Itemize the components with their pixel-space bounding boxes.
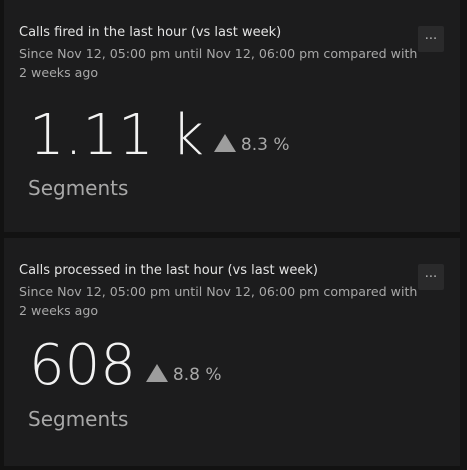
widget-menu-button[interactable]: ··· xyxy=(418,26,444,52)
ellipsis-icon: ··· xyxy=(424,31,438,47)
metric-row: 608 8.8 % xyxy=(29,338,221,394)
widget-time-range: Since Nov 12, 05:00 pm until Nov 12, 06:… xyxy=(19,284,418,318)
metric-unit: Segments xyxy=(28,176,129,200)
metric-change-percent: 8.3 % xyxy=(240,135,290,155)
metric-value: 608 xyxy=(29,333,136,398)
ellipsis-icon: ··· xyxy=(424,269,438,285)
billboard-widget-calls-fired: Calls fired in the last hour (vs last we… xyxy=(4,0,460,232)
metric-unit: Segments xyxy=(28,407,129,431)
widget-title: Calls fired in the last hour (vs last we… xyxy=(19,25,282,40)
metric-value: 1.11 k xyxy=(29,103,204,168)
billboard-widget-calls-processed: Calls processed in the last hour (vs las… xyxy=(4,238,460,466)
dashboard: Calls fired in the last hour (vs last we… xyxy=(0,0,467,470)
triangle-up-icon xyxy=(213,134,236,152)
metric-change: 8.3 % xyxy=(213,134,290,155)
metric-change-percent: 8.8 % xyxy=(172,365,222,385)
widget-time-range: Since Nov 12, 05:00 pm until Nov 12, 06:… xyxy=(19,46,418,80)
widget-title: Calls processed in the last hour (vs las… xyxy=(19,263,318,278)
metric-row: 1.11 k 8.3 % xyxy=(29,108,290,164)
triangle-up-icon xyxy=(145,364,168,382)
metric-change: 8.8 % xyxy=(145,364,222,385)
widget-menu-button[interactable]: ··· xyxy=(418,264,444,290)
